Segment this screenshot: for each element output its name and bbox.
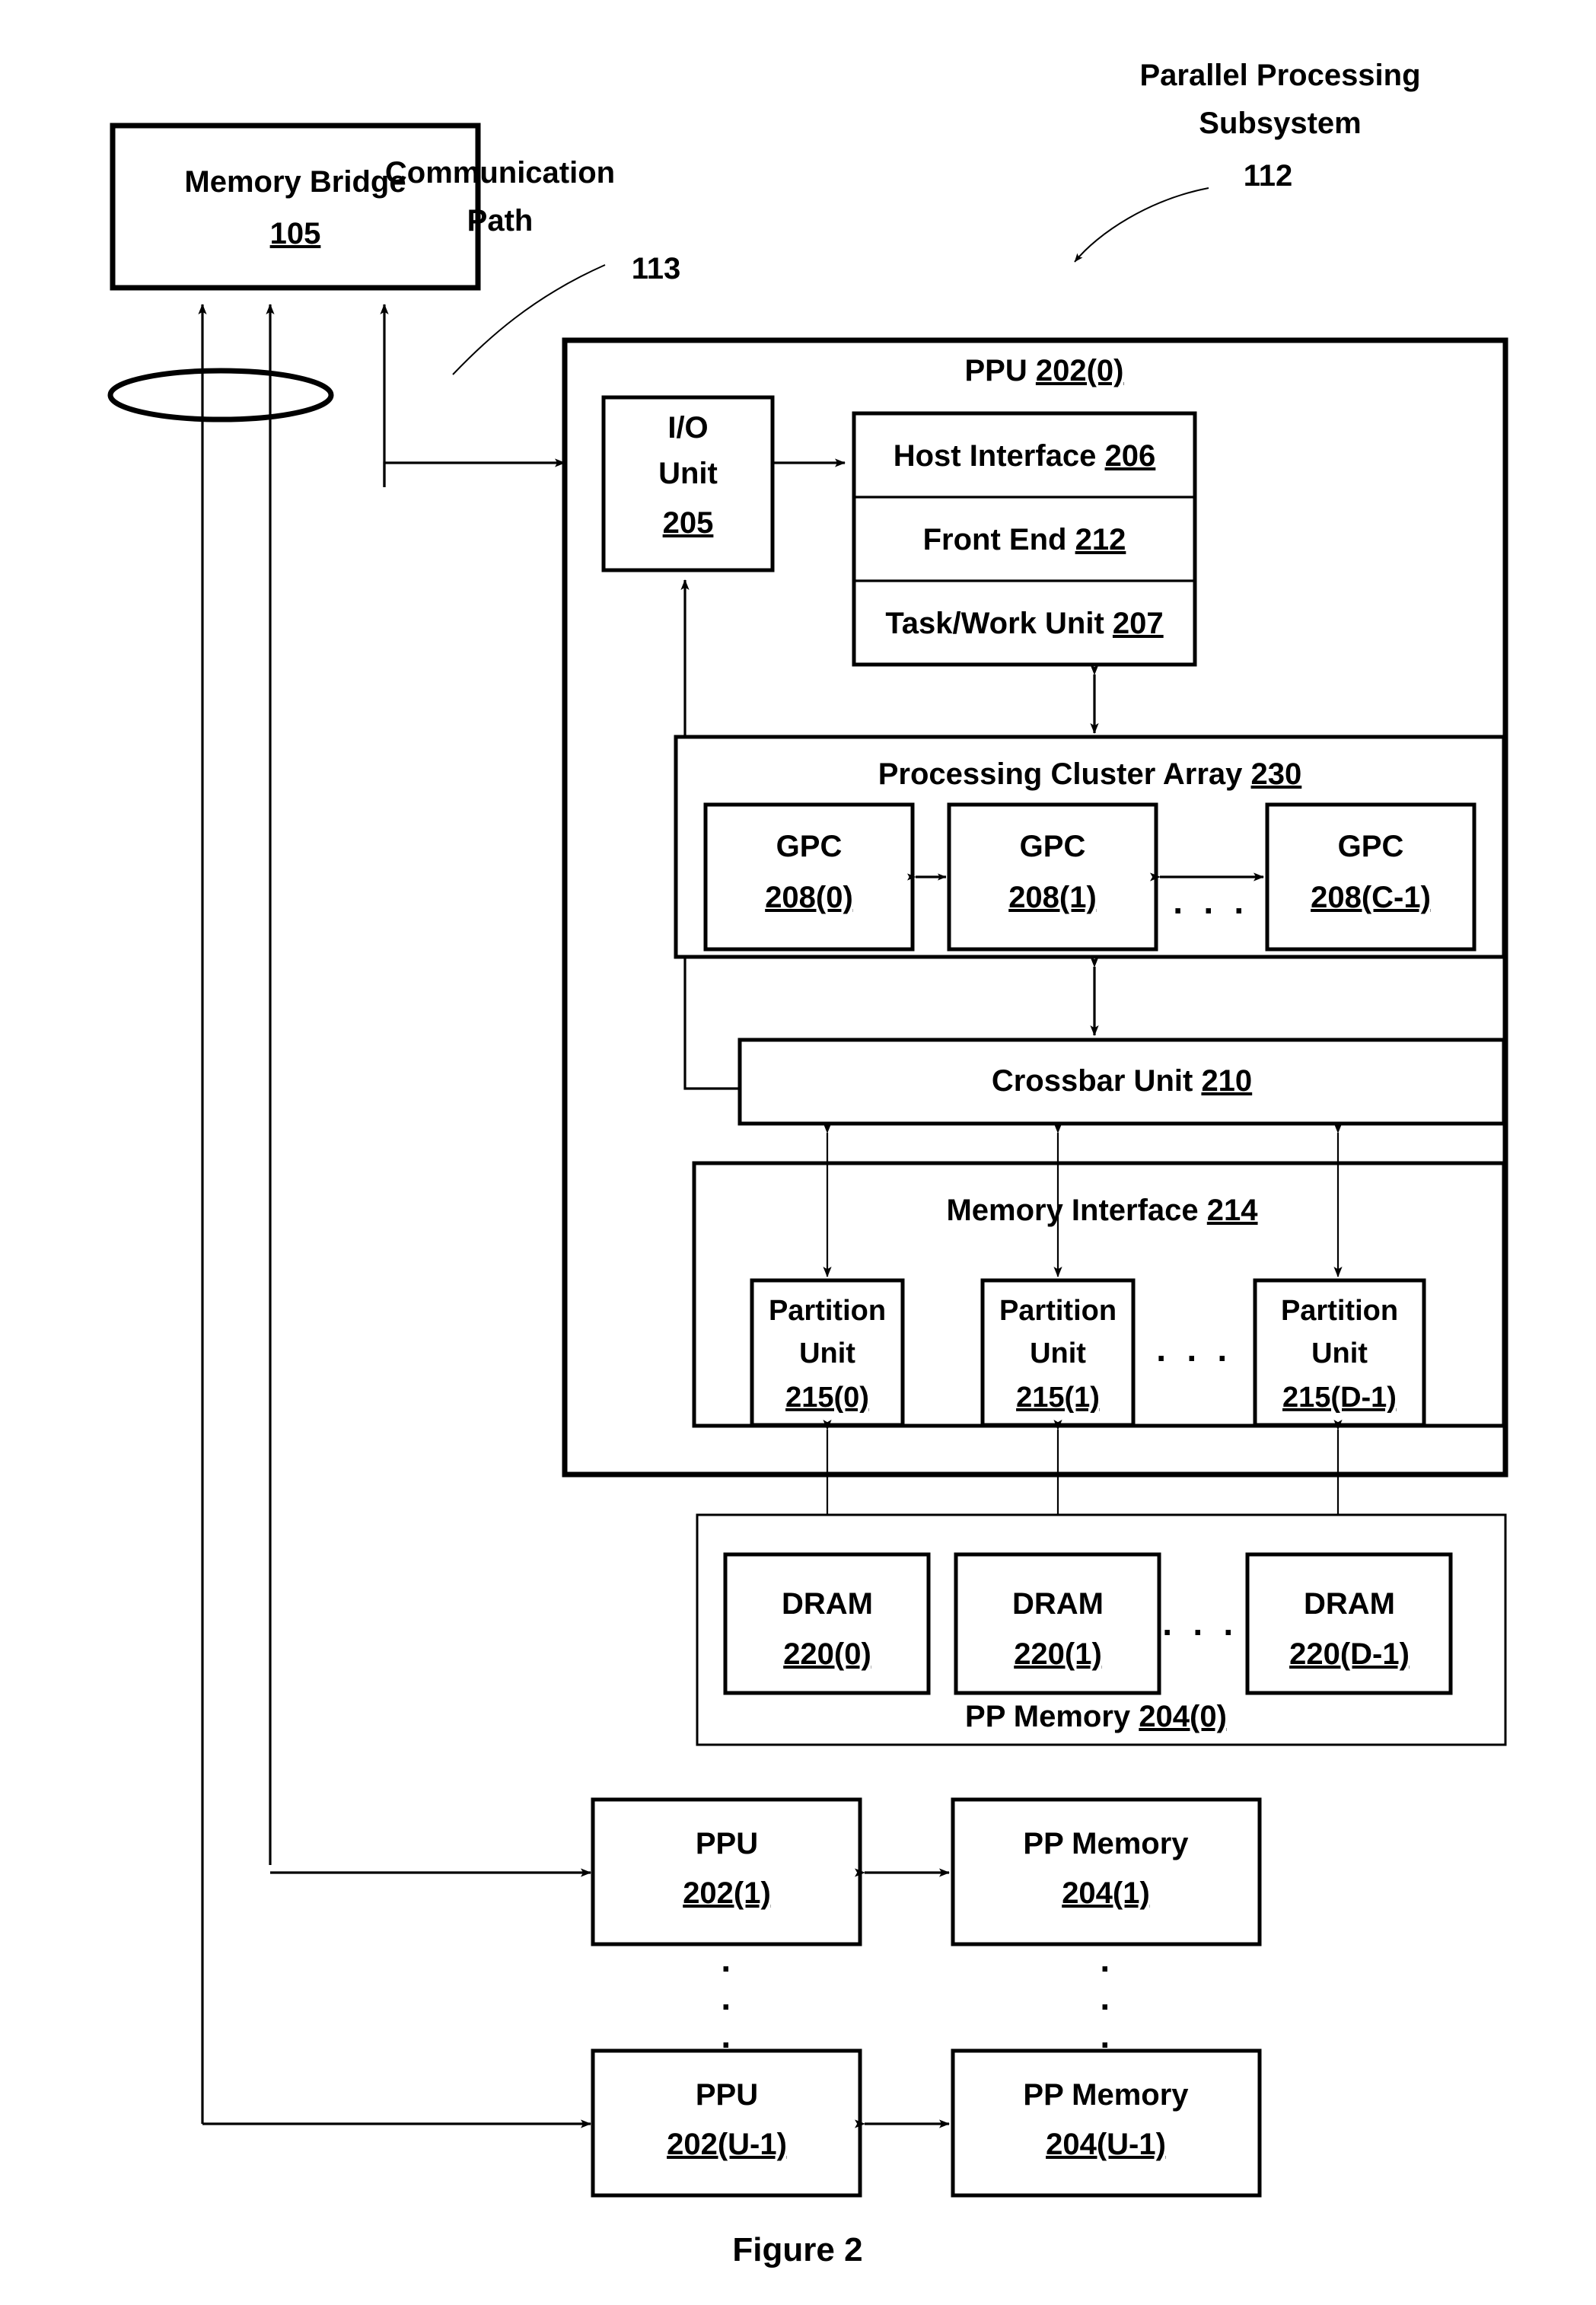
pp-memory-0-name: PP Memory xyxy=(965,1700,1131,1733)
dram-1-name: DRAM xyxy=(1012,1587,1104,1621)
task-work-unit-row: Task/Work Unit 207 xyxy=(885,607,1163,640)
dram-ellipsis: · · · xyxy=(1162,1612,1240,1652)
pp-memory-0-title: PP Memory 204(0) xyxy=(965,1700,1227,1733)
partition-unit-1-ref: 215(1) xyxy=(1016,1382,1100,1414)
pps-ref: 112 xyxy=(1244,159,1293,193)
communication-path-label-line1: Communication xyxy=(385,156,615,190)
io-unit-line1: I/O xyxy=(667,411,708,445)
ppu0-title-name: PPU xyxy=(965,354,1027,387)
gpc-1-ref: 208(1) xyxy=(1008,881,1097,914)
gpc-1-name: GPC xyxy=(1020,830,1086,863)
figure-caption: Figure 2 xyxy=(732,2231,862,2268)
pps-label-line1: Parallel Processing xyxy=(1139,59,1420,92)
crossbar-unit-ref: 210 xyxy=(1201,1064,1252,1098)
ppmem-vellipsis-dot-2: · xyxy=(1100,1987,1111,2026)
dram-2-ref: 220(D-1) xyxy=(1289,1637,1410,1671)
gpc-ellipsis: · · · xyxy=(1173,891,1250,930)
gpc-0-name: GPC xyxy=(776,830,843,863)
ppu-vellipsis-dot-1: · xyxy=(721,1949,732,1988)
partition-unit-2-line2: Unit xyxy=(1311,1337,1368,1369)
pp-memory-u1-name: PP Memory xyxy=(1023,2078,1189,2112)
memory-bridge-name: Memory Bridge xyxy=(184,165,406,199)
memory-bridge-box xyxy=(110,123,481,291)
host-interface-name: Host Interface xyxy=(894,439,1097,473)
communication-path-label-line2: Path xyxy=(467,204,534,238)
gpc-box-1 xyxy=(947,802,1158,952)
front-end-name: Front End xyxy=(923,523,1067,556)
dram-box-0 xyxy=(723,1552,931,1695)
pp-memory-0-ref: 204(0) xyxy=(1139,1700,1227,1733)
partition-unit-0-ref: 215(0) xyxy=(785,1382,869,1414)
ppu-1-name: PPU xyxy=(696,1827,758,1860)
gpc-box-2 xyxy=(1265,802,1477,952)
pps-leader xyxy=(1074,187,1209,263)
communication-bus-ellipse xyxy=(107,368,334,422)
bus-to-io-unit xyxy=(383,458,565,487)
partition-unit-0-line1: Partition xyxy=(769,1295,886,1327)
memory-bridge-ref: 105 xyxy=(270,217,321,250)
pp-memory-1-name: PP Memory xyxy=(1023,1827,1189,1860)
pp-memory-u1-ref: 204(U-1) xyxy=(1046,2128,1166,2161)
ppu0-title-ref: 202(0) xyxy=(1036,354,1124,387)
crossbar-unit-title: Crossbar Unit 210 xyxy=(992,1064,1252,1098)
memory-interface-name: Memory Interface xyxy=(946,1194,1198,1227)
io-unit-line2: Unit xyxy=(658,457,718,490)
front-end-ref: 212 xyxy=(1075,523,1126,556)
memory-interface-title: Memory Interface 214 xyxy=(946,1194,1258,1227)
ppu-1-ref: 202(1) xyxy=(683,1876,771,1910)
pca-name: Processing Cluster Array xyxy=(878,757,1243,791)
dram-2-name: DRAM xyxy=(1304,1587,1395,1621)
gpc-2-name: GPC xyxy=(1338,830,1404,863)
host-interface-row: Host Interface 206 xyxy=(894,439,1156,473)
pp-memory-1-ref: 204(1) xyxy=(1062,1876,1150,1910)
task-work-unit-ref: 207 xyxy=(1113,607,1164,640)
partition-unit-0-line2: Unit xyxy=(799,1337,855,1369)
gpc-0-ref: 208(0) xyxy=(765,881,853,914)
dram-0-name: DRAM xyxy=(782,1587,873,1621)
ppu-u1-ref: 202(U-1) xyxy=(667,2128,787,2161)
partition-unit-1-line2: Unit xyxy=(1030,1337,1086,1369)
memory-interface-ref: 214 xyxy=(1207,1194,1258,1227)
dram-box-2 xyxy=(1245,1552,1453,1695)
pp-memory-1-box xyxy=(951,1797,1262,1946)
partition-unit-2-ref: 215(D-1) xyxy=(1282,1382,1397,1414)
ppu-u1-name: PPU xyxy=(696,2078,758,2112)
ppu-u1-box xyxy=(591,2048,862,2198)
gpc-box-0 xyxy=(703,802,915,952)
crossbar-unit-name: Crossbar Unit xyxy=(992,1064,1193,1098)
ppu-vellipsis-dot-2: · xyxy=(721,1987,732,2026)
pca-ref: 230 xyxy=(1251,757,1302,791)
front-end-row: Front End 212 xyxy=(923,523,1126,556)
dram-1-ref: 220(1) xyxy=(1014,1637,1102,1671)
dram-0-ref: 220(0) xyxy=(783,1637,871,1671)
patent-figure-2: Memory Bridge 105 Communication Path 113… xyxy=(0,0,1596,2305)
pca-title: Processing Cluster Array 230 xyxy=(878,757,1302,791)
ppu0-title: PPU 202(0) xyxy=(965,354,1124,387)
gpc-2-ref: 208(C-1) xyxy=(1311,881,1431,914)
partition-unit-2-line1: Partition xyxy=(1281,1295,1398,1327)
partition-unit-ellipsis: · · · xyxy=(1156,1338,1234,1378)
partition-unit-1-line1: Partition xyxy=(999,1295,1117,1327)
figure-2-diagram: Memory Bridge 105 Communication Path 113… xyxy=(107,59,1508,2268)
ppmem-vellipsis-dot-1: · xyxy=(1100,1949,1111,1988)
host-interface-ref: 206 xyxy=(1105,439,1156,473)
dram-box-1 xyxy=(954,1552,1161,1695)
ppu-1-box xyxy=(591,1797,862,1946)
pp-memory-u1-box xyxy=(951,2048,1262,2198)
communication-path-ref: 113 xyxy=(632,252,681,285)
task-work-unit-name: Task/Work Unit xyxy=(885,607,1104,640)
io-unit-ref: 205 xyxy=(663,506,714,540)
pps-label-line2: Subsystem xyxy=(1199,107,1361,140)
